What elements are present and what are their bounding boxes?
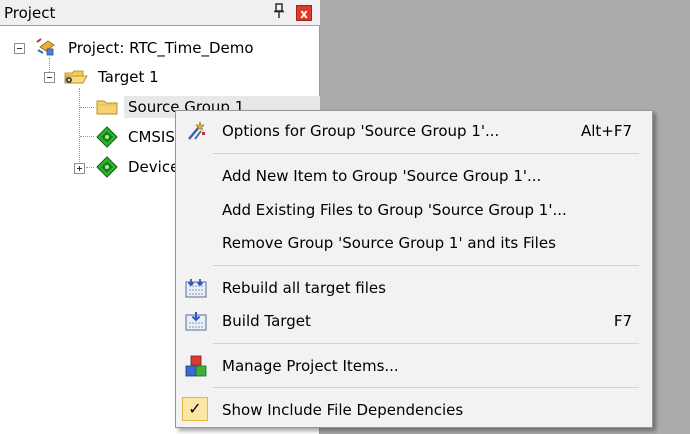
menu-item-remove-group[interactable]: Remove Group 'Source Group 1' and its Fi… (176, 228, 652, 258)
collapse-icon[interactable] (44, 72, 55, 83)
menu-item-build-target[interactable]: Build Target F7 (176, 306, 652, 336)
tree-label-device: Device (128, 158, 180, 176)
options-wand-icon (185, 120, 207, 142)
project-icon (34, 37, 58, 61)
folder-icon (96, 97, 120, 121)
expand-icon[interactable] (74, 163, 85, 174)
menu-label: Options for Group 'Source Group 1'... (222, 122, 500, 140)
menu-label: Manage Project Items... (222, 357, 399, 375)
pin-icon[interactable] (272, 3, 286, 23)
menu-shortcut: F7 (613, 312, 632, 330)
tree-node-project[interactable]: Project: RTC_Time_Demo (0, 37, 320, 59)
close-button[interactable]: x (296, 5, 312, 21)
menu-shortcut: Alt+F7 (580, 122, 632, 140)
rebuild-icon (185, 277, 207, 299)
menu-separator (213, 343, 639, 344)
menu-label: Rebuild all target files (222, 279, 386, 297)
panel-title: Project (4, 4, 56, 22)
component-gem-icon (96, 126, 118, 152)
menu-label: Show Include File Dependencies (222, 401, 464, 419)
build-icon (185, 310, 207, 332)
checkmark-icon: ✓ (182, 397, 208, 421)
component-gem-icon (96, 156, 118, 182)
tree-node-target[interactable]: Target 1 (0, 66, 320, 88)
menu-item-manage-project-items[interactable]: Manage Project Items... (176, 351, 652, 381)
menu-label: Build Target (222, 312, 311, 330)
menu-label: Remove Group 'Source Group 1' and its Fi… (222, 234, 556, 252)
menu-separator (213, 387, 639, 388)
panel-header: Project x (0, 0, 320, 26)
menu-item-add-existing-files[interactable]: Add Existing Files to Group 'Source Grou… (176, 195, 652, 225)
tree-label-target: Target 1 (98, 68, 159, 86)
menu-item-options-for-group[interactable]: Options for Group 'Source Group 1'... Al… (176, 116, 652, 146)
tree-label-project: Project: RTC_Time_Demo (68, 39, 254, 57)
menu-separator (213, 265, 639, 266)
menu-label: Add New Item to Group 'Source Group 1'..… (222, 167, 542, 185)
target-folder-icon (63, 67, 89, 91)
menu-item-rebuild-all[interactable]: Rebuild all target files (176, 273, 652, 303)
menu-item-show-include-dependencies[interactable]: ✓ Show Include File Dependencies (176, 395, 652, 425)
menu-item-add-new-item[interactable]: Add New Item to Group 'Source Group 1'..… (176, 161, 652, 191)
manage-items-icon (185, 355, 207, 377)
menu-label: Add Existing Files to Group 'Source Grou… (222, 201, 567, 219)
menu-separator (213, 153, 639, 154)
context-menu: Options for Group 'Source Group 1'... Al… (175, 110, 653, 428)
tree-label-cmsis: CMSIS (128, 128, 175, 146)
collapse-icon[interactable] (14, 43, 25, 54)
